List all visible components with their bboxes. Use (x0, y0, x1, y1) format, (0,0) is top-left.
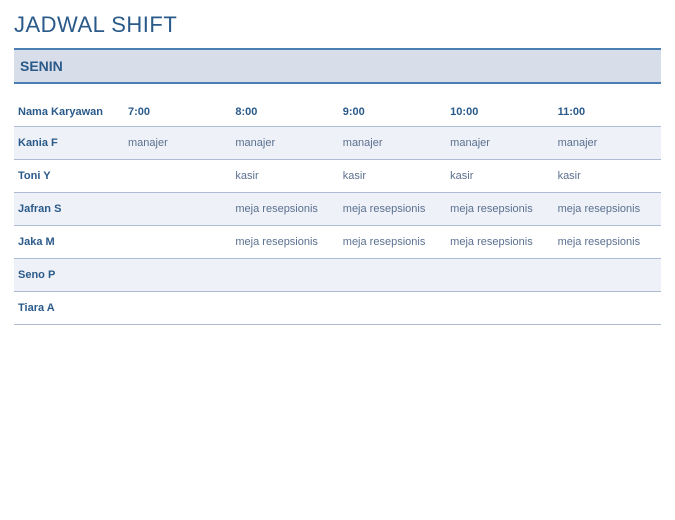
col-time: 9:00 (339, 98, 446, 127)
shift-cell (231, 292, 338, 325)
employee-name: Toni Y (14, 160, 124, 193)
shift-cell: kasir (554, 160, 661, 193)
shift-cell: manajer (124, 127, 231, 160)
shift-cell: meja resepsionis (554, 226, 661, 259)
employee-name: Jaka M (14, 226, 124, 259)
schedule-document: JADWAL SHIFT SENIN Nama Karyawan 7:00 8:… (0, 0, 675, 337)
shift-cell: meja resepsionis (554, 193, 661, 226)
employee-name: Tiara A (14, 292, 124, 325)
day-header: SENIN (14, 48, 661, 84)
day-label: SENIN (20, 58, 655, 74)
shift-cell: kasir (231, 160, 338, 193)
col-name: Nama Karyawan (14, 98, 124, 127)
table-header-row: Nama Karyawan 7:00 8:00 9:00 10:00 11:00 (14, 98, 661, 127)
employee-name: Seno P (14, 259, 124, 292)
table-row: Kania F manajer manajer manajer manajer … (14, 127, 661, 160)
shift-cell: manajer (446, 127, 553, 160)
shift-cell (124, 259, 231, 292)
col-time: 11:00 (554, 98, 661, 127)
shift-cell: kasir (339, 160, 446, 193)
table-row: Seno P (14, 259, 661, 292)
shift-cell: manajer (339, 127, 446, 160)
shift-cell: manajer (554, 127, 661, 160)
col-time: 8:00 (231, 98, 338, 127)
shift-cell: meja resepsionis (231, 226, 338, 259)
col-time: 7:00 (124, 98, 231, 127)
shift-cell: meja resepsionis (446, 226, 553, 259)
table-row: Toni Y kasir kasir kasir kasir (14, 160, 661, 193)
shift-cell: meja resepsionis (446, 193, 553, 226)
page-title: JADWAL SHIFT (14, 12, 661, 38)
shift-cell (231, 259, 338, 292)
shift-cell (554, 259, 661, 292)
employee-name: Jafran S (14, 193, 124, 226)
shift-cell (446, 259, 553, 292)
shift-cell: kasir (446, 160, 553, 193)
shift-cell (339, 259, 446, 292)
employee-name: Kania F (14, 127, 124, 160)
table-row: Tiara A (14, 292, 661, 325)
shift-cell (554, 292, 661, 325)
col-time: 10:00 (446, 98, 553, 127)
shift-cell: meja resepsionis (339, 193, 446, 226)
shift-cell: meja resepsionis (231, 193, 338, 226)
table-row: Jaka M meja resepsionis meja resepsionis… (14, 226, 661, 259)
shift-cell (124, 193, 231, 226)
shift-table: Nama Karyawan 7:00 8:00 9:00 10:00 11:00… (14, 98, 661, 325)
shift-cell (446, 292, 553, 325)
shift-cell: manajer (231, 127, 338, 160)
shift-cell (124, 226, 231, 259)
table-row: Jafran S meja resepsionis meja resepsion… (14, 193, 661, 226)
shift-cell (339, 292, 446, 325)
shift-cell (124, 160, 231, 193)
shift-cell (124, 292, 231, 325)
shift-cell: meja resepsionis (339, 226, 446, 259)
